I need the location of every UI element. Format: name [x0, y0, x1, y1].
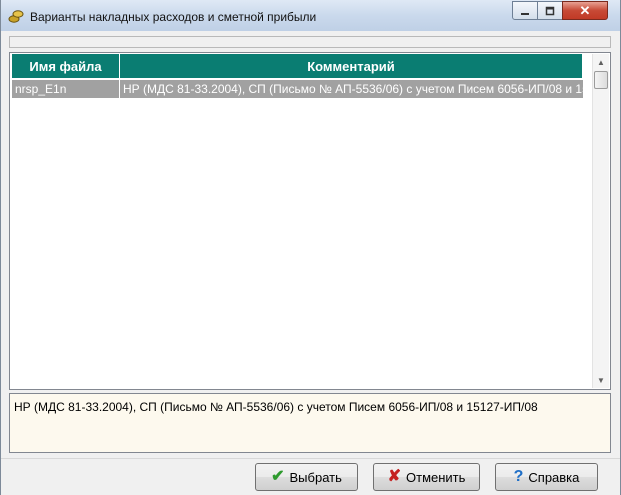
footer-divider	[1, 458, 620, 459]
column-header-file[interactable]: Имя файла	[12, 54, 120, 78]
cell-comment: НР (МДС 81-33.2004), СП (Письмо № АП-553…	[123, 82, 583, 96]
vertical-scrollbar[interactable]: ▲ ▼	[592, 54, 609, 388]
select-button-label: Выбрать	[289, 469, 342, 485]
close-icon: ✕	[579, 2, 591, 18]
scroll-down-icon[interactable]: ▼	[593, 372, 609, 388]
cancel-button[interactable]: ✘ Отменить	[373, 463, 480, 491]
scroll-thumb[interactable]	[594, 71, 608, 89]
minimize-icon	[521, 12, 529, 15]
column-header-comment[interactable]: Комментарий	[120, 54, 583, 78]
toolbar-strip	[9, 36, 611, 48]
checkmark-icon: ✔	[271, 468, 285, 485]
comment-memo[interactable]: НР (МДС 81-33.2004), СП (Письмо № АП-553…	[9, 393, 611, 453]
restore-icon	[545, 6, 555, 15]
dialog-window: Варианты накладных расходов и сметной пр…	[0, 0, 621, 495]
minimize-button[interactable]	[512, 1, 538, 20]
cell-file-name: nrsp_E1n	[12, 80, 120, 98]
scroll-up-icon[interactable]: ▲	[593, 54, 609, 70]
maximize-button[interactable]	[537, 1, 563, 20]
coins-icon	[8, 10, 24, 23]
cancel-button-label: Отменить	[406, 469, 466, 485]
table-row[interactable]: nrsp_E1n НР (МДС 81-33.2004), СП (Письмо…	[12, 80, 583, 98]
variants-table[interactable]: Имя файла Комментарий nrsp_E1n НР (МДС 8…	[9, 52, 611, 390]
help-button[interactable]: ? Справка	[495, 463, 598, 491]
window-title: Варианты накладных расходов и сметной пр…	[30, 10, 317, 24]
question-icon: ?	[513, 468, 524, 485]
close-button[interactable]: ✕	[562, 1, 608, 20]
select-button[interactable]: ✔ Выбрать	[255, 463, 358, 491]
help-button-label: Справка	[528, 469, 580, 485]
title-bar[interactable]: Варианты накладных расходов и сметной пр…	[1, 0, 620, 31]
cross-icon: ✘	[387, 468, 401, 485]
